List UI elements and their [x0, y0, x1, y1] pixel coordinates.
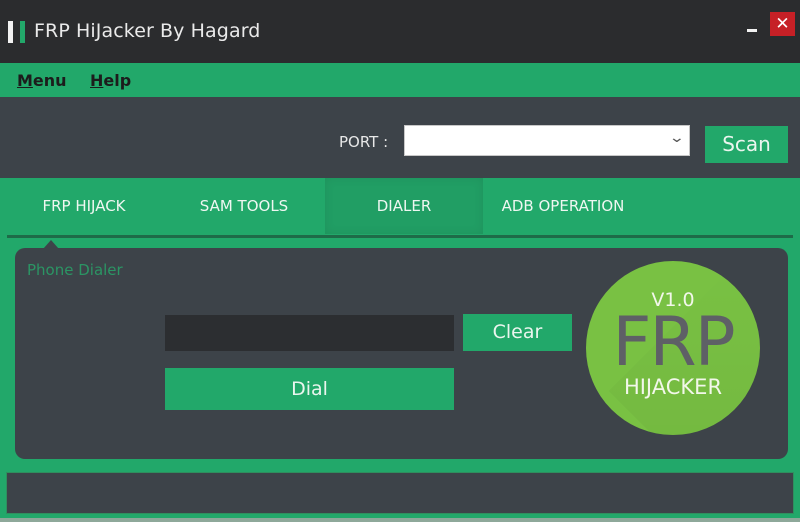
- window-title: FRP HiJacker By Hagard: [34, 20, 261, 42]
- status-bar: [6, 472, 794, 514]
- minimize-icon[interactable]: [744, 20, 762, 38]
- tab-panel: FRP HIJACK SAM TOOLS DIALER ADB OPERATIO…: [0, 178, 800, 522]
- menu-label-rest: elp: [103, 71, 132, 90]
- tab-adb-operation[interactable]: ADB OPERATION: [483, 178, 643, 234]
- tab-pointer: [43, 240, 59, 249]
- app-logo-bar-green: [20, 21, 25, 43]
- port-label: PORT :: [339, 133, 389, 151]
- menu-bar: Menu Help: [0, 63, 800, 97]
- logo-title: FRP: [612, 303, 735, 382]
- menu-accel: H: [90, 71, 104, 90]
- chevron-down-icon[interactable]: ⌄: [669, 130, 685, 146]
- port-select[interactable]: ⌄: [404, 125, 690, 156]
- menu-accel: M: [17, 71, 33, 90]
- app-logo-icon: [8, 21, 25, 43]
- port-toolbar: PORT : ⌄ Scan: [0, 97, 800, 178]
- phone-number-input[interactable]: [165, 315, 454, 351]
- tab-strip: FRP HIJACK SAM TOOLS DIALER ADB OPERATIO…: [7, 178, 793, 236]
- menu-item-menu[interactable]: Menu: [17, 71, 67, 90]
- tab-dialer[interactable]: DIALER: [325, 178, 483, 234]
- menu-item-help[interactable]: Help: [90, 71, 131, 90]
- tab-frp-hijack[interactable]: FRP HIJACK: [15, 178, 153, 234]
- dial-button[interactable]: Dial: [165, 368, 454, 410]
- dialer-panel: Phone Dialer Clear Dial V1.0 FRP HIJACKE…: [15, 240, 788, 459]
- frp-hijacker-logo: V1.0 FRP HIJACKER: [586, 261, 760, 435]
- clear-button[interactable]: Clear: [463, 314, 572, 351]
- app-logo-bar-white: [8, 21, 13, 43]
- window-bottom-edge: [0, 518, 800, 522]
- title-bar: FRP HiJacker By Hagard ✕: [0, 0, 800, 63]
- close-icon[interactable]: ✕: [770, 12, 795, 36]
- menu-label-rest: enu: [32, 71, 67, 90]
- phone-dialer-label: Phone Dialer: [27, 261, 123, 279]
- tab-sam-tools[interactable]: SAM TOOLS: [173, 178, 315, 234]
- tab-divider: [7, 235, 793, 238]
- scan-button[interactable]: Scan: [705, 126, 788, 163]
- logo-subtitle: HIJACKER: [623, 375, 723, 399]
